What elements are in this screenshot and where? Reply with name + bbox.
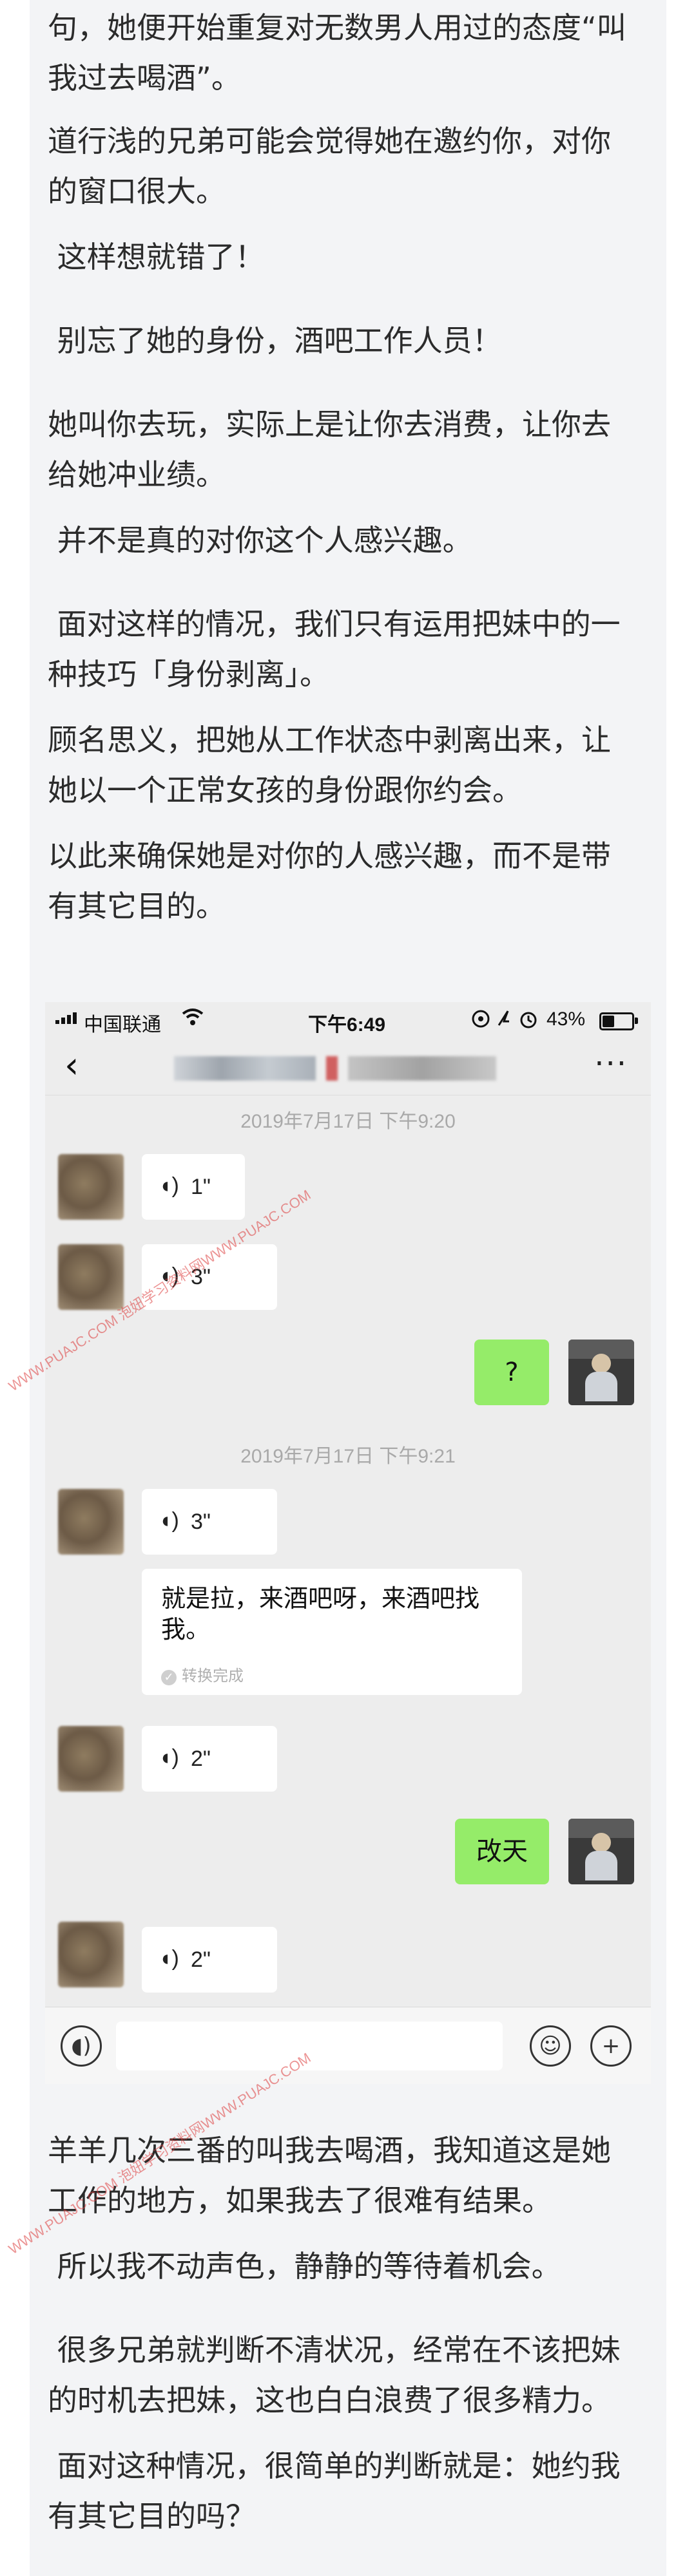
my-message[interactable]: ? — [474, 1340, 549, 1405]
more-icon[interactable]: ··· — [594, 1046, 628, 1082]
contact-avatar — [58, 1244, 124, 1310]
plus-icon[interactable]: + — [590, 2025, 632, 2067]
emoji-icon[interactable]: ☺ — [530, 2025, 571, 2067]
voice-message[interactable]: ◖) 1" — [142, 1154, 245, 1220]
paragraph: 面对这种情况，很简单的判断就是：她约我 有其它目的吗？ — [48, 2448, 621, 2533]
contact-avatar — [58, 1922, 124, 1987]
page: 句，她便开始重复对无数男人用过的态度“叫 我过去喝酒”。 道行浅的兄弟可能会觉得… — [0, 0, 696, 2576]
wifi-icon — [182, 1007, 204, 1032]
voice-duration: 2" — [191, 1747, 211, 1771]
battery-icon — [599, 1012, 638, 1030]
chat-screenshot: 中国联通 下午6:49 43% ‹ ··· 2019年7月17日 下午9:20 … — [45, 1002, 651, 2084]
battery-percent: 43% — [546, 1009, 586, 1030]
signal-icon — [55, 1012, 77, 1024]
paragraph: 她叫你去玩，实际上是让你去消费，让你去 给她冲业绩。 — [48, 407, 611, 492]
status-time: 下午6:49 — [308, 1014, 386, 1036]
my-avatar — [568, 1340, 634, 1405]
transcript-status: ✓ 转换完成 — [161, 1663, 244, 1685]
voice-duration: 1" — [191, 1175, 211, 1199]
transcript-text: 就是拉，来酒吧呀，来酒吧找我。 — [161, 1584, 480, 1643]
contact-avatar — [58, 1154, 124, 1220]
voice-message[interactable]: ◖) 2" — [142, 1927, 277, 1993]
voice-wave-icon: ◖) — [159, 1745, 179, 1770]
system-icons — [470, 1007, 541, 1036]
blurred-contact-name — [174, 1056, 316, 1081]
paragraph: 所以我不动声色，静静的等待着机会。 — [48, 2249, 561, 2284]
paragraph: 这样想就错了！ — [48, 240, 265, 274]
paragraph: 以此来确保她是对你的人感兴趣，而不是带 有其它目的。 — [48, 838, 611, 923]
chat-timestamp: 2019年7月17日 下午9:20 — [240, 1111, 456, 1132]
paragraph: 道行浅的兄弟可能会觉得她在邀约你，对你 的窗口很大。 — [48, 124, 611, 209]
status-bar: 中国联通 下午6:49 43% — [45, 1002, 651, 1037]
contact-avatar — [58, 1489, 124, 1555]
paragraph: 面对这样的情况，我们只有运用把妹中的一 种技巧「身份剥离」。 — [48, 607, 621, 692]
check-icon: ✓ — [161, 1670, 177, 1685]
my-avatar — [568, 1819, 634, 1884]
voice-duration: 2" — [191, 1947, 211, 1972]
article-body: 句，她便开始重复对无数男人用过的态度“叫 我过去喝酒”。 道行浅的兄弟可能会觉得… — [30, 0, 666, 2576]
voice-wave-icon: ◖) — [159, 1508, 179, 1533]
chat-header: ‹ ··· — [45, 1037, 651, 1095]
voice-transcript: 就是拉，来酒吧呀，来酒吧找我。 ✓ 转换完成 — [142, 1569, 522, 1695]
carrier-label: 中国联通 — [84, 1014, 161, 1036]
back-icon[interactable]: ‹ — [64, 1043, 79, 1088]
contact-avatar — [58, 1726, 124, 1792]
paragraph: 很多兄弟就判断不清状况，经常在不该把妹 的时机去把妹，这也白白浪费了很多精力。 — [48, 2333, 621, 2418]
paragraph: 顾名思义，把她从工作状态中剥离出来，让 她以一个正常女孩的身份跟你约会。 — [48, 723, 611, 808]
blurred-contact-name — [348, 1056, 496, 1081]
blurred-contact-name — [326, 1056, 338, 1081]
chat-input-bar: ◖) ☺ + — [45, 2007, 651, 2084]
paragraph: 句，她便开始重复对无数男人用过的态度“叫 我过去喝酒”。 — [48, 10, 626, 95]
my-message[interactable]: 改天 — [455, 1819, 549, 1884]
voice-input-icon[interactable]: ◖) — [61, 2025, 102, 2067]
paragraph: 别忘了她的身份，酒吧工作人员！ — [48, 323, 502, 358]
chat-timestamp: 2019年7月17日 下午9:21 — [240, 1446, 456, 1467]
paragraph: 并不是真的对你这个人感兴趣。 — [48, 523, 472, 558]
voice-duration: 3" — [191, 1510, 211, 1534]
voice-wave-icon: ◖) — [159, 1173, 179, 1198]
voice-wave-icon: ◖) — [159, 1946, 179, 1971]
voice-message[interactable]: ◖) 2" — [142, 1726, 277, 1792]
voice-message[interactable]: ◖) 3" — [142, 1489, 277, 1555]
